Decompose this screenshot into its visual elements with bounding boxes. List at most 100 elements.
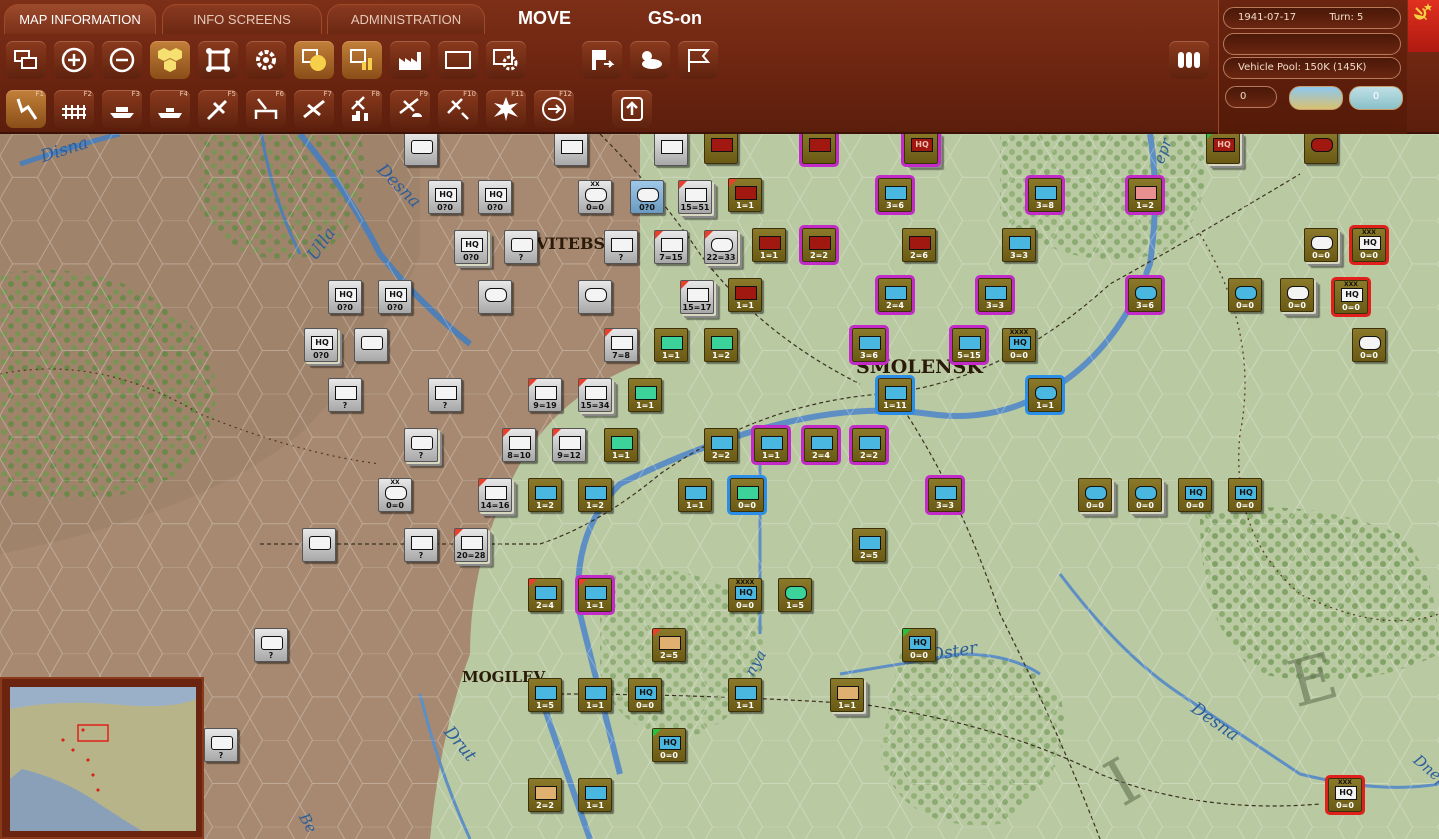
soviet-unit-counter[interactable]: 1=1 — [678, 478, 712, 512]
paradrop-button[interactable]: F9 — [390, 90, 430, 128]
axis-unit-counter[interactable]: 9=12 — [552, 428, 586, 462]
soviet-unit-stack[interactable]: 0=0 — [1280, 278, 1314, 312]
axis-unit-counter[interactable]: ? — [504, 230, 538, 264]
game-map[interactable]: Disna Desna Ulla Oster Drut Desna Be epr… — [0, 134, 1439, 839]
soviet-unit-counter[interactable]: 1=5 — [528, 678, 562, 712]
soviet-unit-counter[interactable]: 1=1 — [728, 178, 762, 212]
air-transfer-button[interactable]: F6 — [246, 90, 286, 128]
soviet-unit-counter[interactable] — [799, 134, 839, 167]
axis-unit-counter[interactable]: XX 0=0 — [378, 478, 412, 512]
soviet-hq-counter[interactable]: HQ 0=0 — [1228, 478, 1262, 512]
soviet-unit-counter[interactable]: 1=1 — [628, 378, 662, 412]
settings-button[interactable] — [246, 41, 286, 79]
axis-hq-counter[interactable]: HQ 0?0 — [328, 280, 362, 314]
exit-button[interactable] — [582, 41, 622, 79]
axis-hq-counter[interactable]: HQ 0?0 — [478, 180, 512, 214]
hex-overlay-button[interactable] — [150, 41, 190, 79]
ship-mode-button[interactable]: F4 — [150, 90, 190, 128]
soviet-unit-counter[interactable]: 3=6 — [1125, 275, 1165, 315]
axis-unit-counter[interactable]: ? — [404, 528, 438, 562]
axis-unit-counter[interactable]: XX 0=0 — [578, 180, 612, 214]
gs-toggle[interactable]: GS-on — [648, 8, 702, 29]
soviet-unit-counter[interactable]: 3=6 — [849, 325, 889, 365]
soviet-unit-counter[interactable]: 0=0 — [727, 475, 767, 515]
soviet-unit-counter[interactable]: 2=2 — [704, 428, 738, 462]
soviet-unit-counter[interactable]: 1=1 — [604, 428, 638, 462]
naval-mode-button[interactable]: F3 — [102, 90, 142, 128]
soviet-unit-counter[interactable]: 3=8 — [1025, 175, 1065, 215]
soviet-unit-counter[interactable]: 3=3 — [925, 475, 965, 515]
air-drop-button[interactable]: F7 — [294, 90, 334, 128]
minimap[interactable] — [0, 677, 204, 839]
camera-button[interactable] — [486, 41, 526, 79]
axis-unit-counter[interactable] — [404, 134, 438, 166]
tab-info-screens[interactable]: INFO SCREENS — [162, 4, 322, 34]
axis-unit-stack[interactable]: 20=28 — [454, 528, 488, 562]
axis-unit-counter[interactable]: ? — [428, 378, 462, 412]
flag-button[interactable] — [678, 41, 718, 79]
axis-unit-counter[interactable]: 0?0 — [630, 180, 664, 214]
soviet-unit-stack[interactable]: 0=0 — [1304, 228, 1338, 262]
soviet-unit-counter[interactable]: 2=5 — [652, 628, 686, 662]
soviet-unit-counter[interactable]: 1=1 — [575, 575, 615, 615]
tab-map-information[interactable]: MAP INFORMATION — [4, 4, 156, 34]
axis-unit-counter[interactable]: ? — [404, 428, 438, 462]
soviet-hq-counter[interactable]: XXX HQ 0=0 — [1331, 277, 1371, 317]
soviet-unit-counter[interactable]: 1=1 — [751, 425, 791, 465]
axis-unit-counter[interactable] — [578, 280, 612, 314]
soviet-unit-counter[interactable]: 2=5 — [852, 528, 886, 562]
axis-unit-counter[interactable]: ? — [328, 378, 362, 412]
zoom-out-button[interactable] — [102, 41, 142, 79]
soviet-hq-counter[interactable]: HQ — [901, 134, 941, 167]
soviet-unit-counter[interactable]: 2=4 — [875, 275, 915, 315]
axis-unit-counter[interactable]: 9=19 — [528, 378, 562, 412]
production-button[interactable] — [390, 41, 430, 79]
axis-unit-stack[interactable]: 15=34 — [578, 378, 612, 412]
soviet-unit-counter[interactable]: 2=4 — [528, 578, 562, 612]
weather-button[interactable] — [630, 41, 670, 79]
soviet-unit-counter[interactable]: 1=1 — [578, 678, 612, 712]
soviet-unit-counter[interactable]: 1=2 — [578, 478, 612, 512]
axis-unit-counter[interactable]: 8=10 — [502, 428, 536, 462]
soviet-hq-counter[interactable]: HQ — [1206, 134, 1240, 164]
soviet-unit-counter[interactable]: 1=1 — [728, 678, 762, 712]
soviet-unit-counter[interactable]: 1=2 — [1125, 175, 1165, 215]
soviet-unit-counter[interactable]: 3=6 — [875, 175, 915, 215]
axis-unit-counter[interactable]: 7=15 — [654, 230, 688, 264]
axis-hq-counter[interactable]: HQ 0?0 — [378, 280, 412, 314]
axis-unit-stack[interactable]: 15=17 — [680, 280, 714, 314]
zoom-in-button[interactable] — [54, 41, 94, 79]
stack-toggle-button[interactable] — [6, 41, 46, 79]
soviet-unit-stack[interactable]: 0=0 — [1128, 478, 1162, 512]
axis-hq-counter[interactable]: HQ 0?0 — [304, 328, 338, 362]
soviet-unit-counter[interactable]: 1=1 — [654, 328, 688, 362]
axis-unit-counter[interactable]: ? — [254, 628, 288, 662]
tab-administration[interactable]: ADMINISTRATION — [327, 4, 485, 34]
axis-unit-counter[interactable]: ? — [204, 728, 238, 762]
soviet-unit-counter[interactable]: 1=1 — [752, 228, 786, 262]
soviet-unit-stack[interactable]: 0=0 — [1078, 478, 1112, 512]
soviet-unit-counter[interactable]: 3=3 — [1002, 228, 1036, 262]
soviet-unit-counter[interactable]: 2=4 — [801, 425, 841, 465]
soviet-unit-counter[interactable]: 1=5 — [778, 578, 812, 612]
chart-button[interactable] — [342, 41, 382, 79]
air-strike-button[interactable]: F12 — [534, 90, 574, 128]
axis-unit-counter[interactable]: 7=8 — [604, 328, 638, 362]
soviet-hq-counter[interactable]: XXXX HQ 0=0 — [728, 578, 762, 612]
unit-list-button[interactable] — [1169, 41, 1209, 79]
frame-button[interactable] — [438, 41, 478, 79]
explosion-button[interactable]: F11 — [486, 90, 526, 128]
axis-unit-stack[interactable]: 14=16 — [478, 478, 512, 512]
soviet-unit-stack[interactable]: 1=1 — [830, 678, 864, 712]
soviet-unit-counter[interactable]: 3=3 — [975, 275, 1015, 315]
soviet-unit-counter[interactable]: 5=15 — [949, 325, 989, 365]
soviet-hq-counter[interactable]: XXXX HQ 0=0 — [1002, 328, 1036, 362]
rail-mode-button[interactable]: F2 — [54, 90, 94, 128]
soviet-unit-counter[interactable]: 2=2 — [528, 778, 562, 812]
weather-indicator[interactable] — [1289, 86, 1343, 110]
axis-unit-counter[interactable] — [478, 280, 512, 314]
soviet-hq-counter[interactable]: XXX HQ 0=0 — [1325, 775, 1365, 815]
soviet-unit-counter[interactable]: 1=1 — [1025, 375, 1065, 415]
unit-view-button[interactable] — [198, 41, 238, 79]
air-recon-button[interactable]: F5 — [198, 90, 238, 128]
